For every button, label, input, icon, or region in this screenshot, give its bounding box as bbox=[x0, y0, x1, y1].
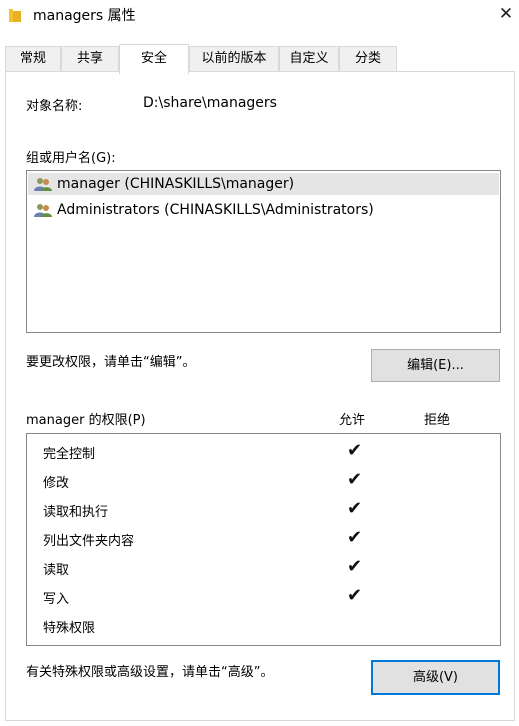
list-item-label: Administrators (CHINASKILLS\Administrato… bbox=[57, 202, 374, 218]
permission-name: 读取 bbox=[43, 563, 70, 578]
permission-row-read-execute[interactable]: 读取和执行 ✔ bbox=[27, 496, 500, 525]
permission-name: 修改 bbox=[43, 476, 70, 491]
permission-name: 完全控制 bbox=[43, 447, 96, 462]
allow-check-icon: ✔ bbox=[347, 527, 363, 548]
advanced-button[interactable]: 高级(V) bbox=[371, 660, 500, 695]
permission-name: 特殊权限 bbox=[43, 621, 96, 636]
permission-row-modify[interactable]: 修改 ✔ bbox=[27, 467, 500, 496]
allow-check-icon: ✔ bbox=[347, 440, 363, 461]
tab-general[interactable]: 常规 bbox=[5, 46, 61, 71]
list-item-manager[interactable]: manager (CHINASKILLS\manager) bbox=[28, 173, 499, 195]
groups-list[interactable]: manager (CHINASKILLS\manager) Administra… bbox=[26, 170, 501, 333]
window-title: managers 属性 bbox=[33, 8, 136, 24]
permission-name: 读取和执行 bbox=[43, 505, 109, 520]
permission-row-list-folder[interactable]: 列出文件夹内容 ✔ bbox=[27, 525, 500, 554]
allow-check-icon: ✔ bbox=[347, 498, 363, 519]
list-item-administrators[interactable]: Administrators (CHINASKILLS\Administrato… bbox=[28, 199, 499, 221]
permission-name: 写入 bbox=[43, 592, 70, 607]
allow-header: 允许 bbox=[339, 413, 366, 428]
allow-check-icon: ✔ bbox=[347, 585, 363, 606]
allow-check-icon: ✔ bbox=[347, 469, 363, 490]
permission-row-special[interactable]: 特殊权限 bbox=[27, 612, 500, 641]
close-icon: ✕ bbox=[498, 4, 514, 24]
groups-label: 组或用户名(G): bbox=[26, 151, 116, 166]
tab-security[interactable]: 安全 bbox=[119, 44, 189, 74]
users-icon bbox=[34, 178, 52, 191]
permissions-list[interactable]: 完全控制 ✔ 修改 ✔ 读取和执行 ✔ 列出文件夹内容 ✔ 读取 ✔ 写入 ✔ … bbox=[26, 433, 501, 646]
tab-previous-versions[interactable]: 以前的版本 bbox=[189, 46, 279, 71]
object-name-label: 对象名称: bbox=[26, 99, 83, 114]
close-button[interactable]: ✕ bbox=[496, 3, 516, 25]
permissions-label: manager 的权限(P) bbox=[26, 413, 146, 428]
tab-classification[interactable]: 分类 bbox=[339, 46, 397, 71]
list-item-label: manager (CHINASKILLS\manager) bbox=[57, 176, 295, 192]
advanced-hint: 有关特殊权限或高级设置，请单击“高级”。 bbox=[26, 665, 274, 680]
permission-row-read[interactable]: 读取 ✔ bbox=[27, 554, 500, 583]
tab-customize[interactable]: 自定义 bbox=[279, 46, 339, 71]
tab-strip: 常规 共享 安全 以前的版本 自定义 分类 bbox=[0, 44, 519, 74]
permission-row-write[interactable]: 写入 ✔ bbox=[27, 583, 500, 612]
users-icon bbox=[34, 204, 52, 217]
permission-row-full-control[interactable]: 完全控制 ✔ bbox=[27, 438, 500, 467]
deny-header: 拒绝 bbox=[424, 413, 451, 428]
folder-icon bbox=[9, 9, 21, 22]
edit-hint: 要更改权限，请单击“编辑”。 bbox=[26, 355, 196, 370]
permission-name: 列出文件夹内容 bbox=[43, 534, 135, 549]
object-name-value: D:\share\managers bbox=[143, 95, 277, 111]
tab-sharing[interactable]: 共享 bbox=[61, 46, 119, 71]
edit-button[interactable]: 编辑(E)... bbox=[371, 349, 500, 382]
allow-check-icon: ✔ bbox=[347, 556, 363, 577]
title-bar: managers 属性 ✕ bbox=[0, 0, 519, 30]
